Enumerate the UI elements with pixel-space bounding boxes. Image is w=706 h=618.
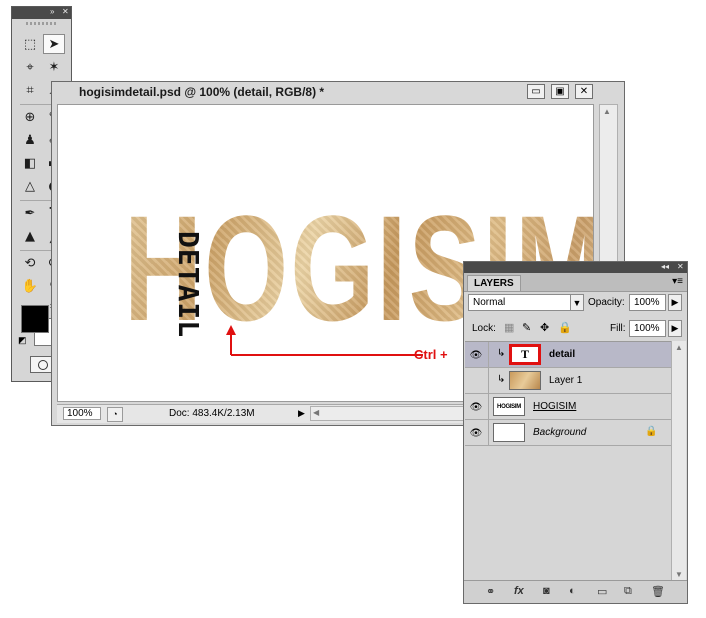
status-menu-arrow-icon[interactable]: ▶ (298, 408, 305, 419)
close-icon[interactable]: ✕ (62, 7, 69, 16)
group-folder-icon[interactable]: ▭ (597, 585, 607, 598)
clone-stamp-tool-icon[interactable]: ♟ (19, 130, 41, 150)
layer-row-hogisim[interactable]: 👁 HOGISIM HOGISIM (465, 394, 671, 420)
lock-icon: 🔒 (645, 426, 658, 437)
visibility-cell[interactable]: 👁 (465, 394, 489, 419)
scroll-up-icon[interactable]: ▲ (603, 107, 611, 116)
minimize-button[interactable]: ▭ (527, 84, 545, 99)
document-title[interactable]: hogisimdetail.psd @ 100% (detail, RGB/8)… (79, 85, 324, 99)
layers-scrollbar[interactable]: ▲ ▼ (671, 341, 686, 581)
layer-list: 👁 ↳ T detail ↳ Layer 1 👁 HOGISIM HOGISIM… (465, 341, 671, 582)
collapse-icon[interactable]: ◂◂ (661, 262, 669, 271)
eye-icon[interactable]: 👁 (468, 348, 484, 362)
eye-icon[interactable]: 👁 (468, 400, 484, 414)
layers-tab-bar: LAYERS ▾≡ (464, 273, 687, 292)
layer-thumbnail[interactable] (493, 423, 525, 442)
layer-name[interactable]: Layer 1 (549, 375, 582, 386)
quick-mask-icon (38, 359, 48, 370)
opacity-label: Opacity: (588, 297, 625, 308)
close-icon[interactable]: ✕ (677, 262, 684, 271)
visibility-cell[interactable]: 👁 (465, 342, 489, 367)
layer-name[interactable]: HOGISIM (533, 401, 576, 412)
link-layers-icon[interactable]: ⚭ (486, 585, 495, 598)
move-tool-icon[interactable]: ➤ (43, 34, 65, 54)
panel-grip[interactable] (26, 22, 57, 25)
close-button[interactable]: ✕ (575, 84, 593, 99)
hand-tool-icon[interactable]: ✋ (19, 276, 41, 296)
healing-brush-tool-icon[interactable]: ⊕ (19, 107, 41, 127)
pen-tool-icon[interactable]: ✒ (19, 203, 41, 223)
lasso-tool-icon[interactable]: ⌖ (19, 57, 41, 77)
layer-thumbnail[interactable]: HOGISIM (493, 397, 525, 416)
path-selection-tool-icon[interactable]: ▲ (19, 226, 41, 246)
layer-thumbnail[interactable] (509, 371, 541, 390)
foreground-color-swatch[interactable] (21, 305, 49, 333)
scroll-left-icon[interactable]: ◀ (313, 408, 319, 417)
layers-panel: ◂◂ ✕ LAYERS ▾≡ Normal ▼ Opacity: 100% ▶ … (463, 261, 688, 604)
chevron-down-icon[interactable]: ▼ (570, 294, 584, 311)
eye-icon[interactable]: 👁 (468, 426, 484, 440)
layer-name[interactable]: Background (533, 427, 586, 438)
marquee-tool-icon[interactable]: ⬚ (19, 34, 41, 54)
lock-transparency-icon[interactable]: ▦ (504, 321, 514, 334)
3d-rotate-tool-icon[interactable]: ⟲ (19, 253, 41, 273)
maximize-button[interactable]: ▣ (551, 84, 569, 99)
detail-text-layer: DETAIL (172, 231, 205, 339)
layer-mask-icon[interactable]: ◙ (543, 585, 550, 597)
scroll-up-icon[interactable]: ▲ (675, 343, 683, 352)
blend-mode-select[interactable]: Normal (468, 294, 575, 311)
layers-bottom-bar: ⚭ fx ◙ ◐ ▭ ⧉ 🗑 (464, 580, 687, 603)
scroll-down-icon[interactable]: ▼ (675, 570, 683, 579)
default-colors-icon[interactable]: ◩ (18, 335, 27, 346)
layers-panel-header[interactable]: ◂◂ ✕ (464, 262, 687, 273)
layer-row-detail[interactable]: 👁 ↳ T detail (465, 342, 671, 368)
status-info-icon[interactable]: ◔ (107, 407, 123, 422)
lock-label: Lock: (472, 323, 496, 334)
fill-arrow-icon[interactable]: ▶ (668, 320, 682, 337)
new-layer-icon[interactable]: ⧉ (624, 585, 632, 598)
layer-row-layer1[interactable]: ↳ Layer 1 (465, 368, 671, 394)
lock-image-icon[interactable]: ✎ (522, 321, 531, 334)
fill-label: Fill: (610, 323, 626, 334)
crop-tool-icon[interactable]: ⌗ (19, 80, 41, 100)
type-layer-thumbnail[interactable]: T (509, 344, 541, 365)
collapse-icon[interactable]: » (50, 7, 54, 16)
trash-icon[interactable]: 🗑 (651, 585, 665, 598)
visibility-cell[interactable] (465, 368, 489, 393)
visibility-cell[interactable]: 👁 (465, 420, 489, 445)
clipping-arrow-icon: ↳ (497, 348, 506, 359)
lock-all-icon[interactable]: 🔒 (558, 321, 572, 334)
opacity-field[interactable]: 100% (629, 294, 666, 311)
ctrl-annotation: Ctrl + (414, 347, 448, 362)
eraser-tool-icon[interactable]: ◧ (19, 153, 41, 173)
layer-name[interactable]: detail (549, 349, 575, 360)
lock-position-icon[interactable]: ✥ (540, 321, 549, 334)
document-size: Doc: 483.4K/2.13M (169, 408, 255, 419)
zoom-field[interactable]: 100% (63, 407, 101, 420)
clipping-arrow-icon: ↳ (497, 374, 506, 385)
fx-icon[interactable]: fx (514, 585, 524, 597)
tools-panel-header[interactable]: » ✕ (12, 7, 71, 19)
fill-field[interactable]: 100% (629, 320, 666, 337)
tab-layers[interactable]: LAYERS (467, 275, 521, 291)
blur-tool-icon[interactable]: △ (19, 176, 41, 196)
panel-menu-icon[interactable]: ▾≡ (672, 276, 683, 287)
adjustment-layer-icon[interactable]: ◐ (569, 585, 576, 597)
magic-wand-tool-icon[interactable]: ✶ (43, 57, 65, 77)
layer-row-background[interactable]: 👁 Background 🔒 (465, 420, 671, 446)
opacity-arrow-icon[interactable]: ▶ (668, 294, 682, 311)
